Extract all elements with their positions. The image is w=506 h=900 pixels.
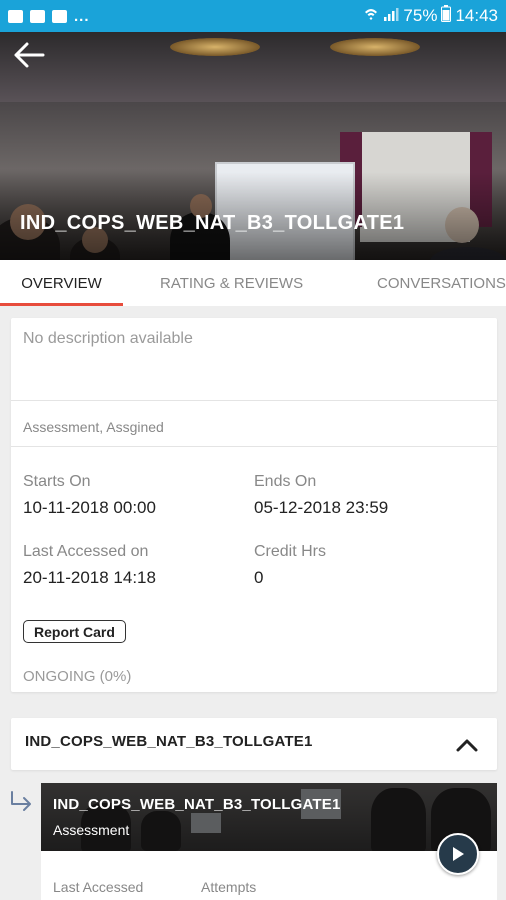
play-icon — [453, 847, 464, 861]
module-item[interactable]: IND_COPS_WEB_NAT_B3_TOLLGATE1 Assessment… — [41, 783, 497, 900]
course-description: No description available — [23, 330, 193, 347]
course-title: IND_COPS_WEB_NAT_B3_TOLLGATE1 — [20, 212, 405, 234]
progress-status: ONGOING (0%) — [23, 668, 132, 685]
clock: 14:43 — [455, 6, 498, 25]
module-header[interactable]: IND_COPS_WEB_NAT_B3_TOLLGATE1 — [11, 718, 497, 770]
item-attempts-label: Attempts — [201, 879, 257, 895]
notification-icons: ... — [8, 8, 90, 25]
play-button[interactable] — [437, 833, 479, 875]
chevron-up-icon[interactable] — [455, 735, 479, 755]
sub-item-arrow-icon — [11, 791, 31, 811]
wifi-icon — [363, 6, 379, 27]
report-card-button[interactable]: Report Card — [23, 620, 126, 643]
credit-hrs-value: 0 — [254, 568, 264, 587]
item-thumbnail — [41, 783, 497, 851]
starts-on-value: 10-11-2018 00:00 — [23, 498, 156, 517]
arrow-left-icon — [14, 42, 45, 68]
battery-icon — [441, 5, 452, 27]
overview-card: No description available Assessment, Ass… — [11, 318, 497, 692]
tab-bar: OVERVIEW RATING & REVIEWS CONVERSATIONS — [0, 260, 506, 306]
battery-percent: 75% — [403, 6, 438, 25]
system-status: 75% 14:43 — [363, 5, 498, 27]
course-tags: Assessment, Assgined — [23, 419, 164, 435]
item-title: IND_COPS_WEB_NAT_B3_TOLLGATE1 — [53, 796, 341, 813]
last-accessed-label: Last Accessed on — [23, 543, 149, 560]
item-last-accessed-label: Last Accessed — [53, 879, 144, 895]
status-bar: ... 75% 14:43 — [0, 0, 506, 32]
tab-overview[interactable]: OVERVIEW — [0, 260, 123, 306]
message-notification-icon — [52, 9, 67, 23]
item-type: Assessment — [53, 822, 130, 838]
signal-icon — [383, 6, 399, 27]
edit-notification-icon — [30, 9, 45, 23]
module-title: IND_COPS_WEB_NAT_B3_TOLLGATE1 — [25, 733, 313, 750]
tab-rating-reviews[interactable]: RATING & REVIEWS — [160, 260, 303, 306]
more-notifications: ... — [74, 7, 90, 25]
starts-on-label: Starts On — [23, 473, 91, 490]
divider — [11, 400, 497, 401]
gallery-notification-icon — [8, 9, 23, 23]
back-button[interactable] — [12, 40, 48, 70]
divider — [11, 446, 497, 447]
ends-on-label: Ends On — [254, 473, 317, 490]
credit-hrs-label: Credit Hrs — [254, 543, 327, 560]
ends-on-value: 05-12-2018 23:59 — [254, 498, 389, 517]
last-accessed-value: 20-11-2018 14:18 — [23, 568, 156, 587]
tab-conversations[interactable]: CONVERSATIONS — [377, 260, 506, 306]
